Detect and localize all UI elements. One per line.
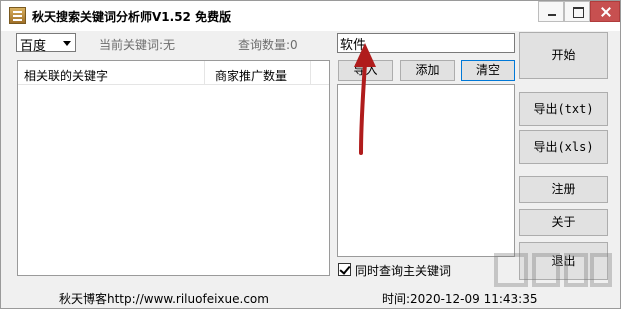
export-xls-button[interactable]: 导出(xls)	[519, 130, 608, 164]
blog-link[interactable]: 秋天博客http://www.riluofeixue.com	[59, 290, 269, 307]
query-main-keyword-checkbox[interactable]	[338, 263, 351, 276]
window-title: 秋天搜索关键词分析师V1.52 免费版	[32, 10, 232, 24]
close-button[interactable]	[590, 1, 620, 22]
table-header: 相关联的关键字 商家推广数量	[18, 61, 329, 85]
column-header-ads-count[interactable]: 商家推广数量	[215, 67, 287, 84]
maximize-button[interactable]	[564, 1, 590, 22]
search-engine-value: 百度	[20, 39, 47, 54]
minimize-button[interactable]	[538, 1, 564, 22]
title-bar[interactable]: 秋天搜索关键词分析师V1.52 免费版	[1, 1, 620, 31]
register-button[interactable]: 注册	[519, 176, 608, 203]
chevron-down-icon	[63, 41, 71, 46]
query-count-status: 查询数量:0	[238, 38, 298, 52]
query-main-keyword-label[interactable]: 同时查询主关键词	[355, 262, 451, 279]
import-button[interactable]: 导入	[338, 60, 393, 81]
column-divider[interactable]	[310, 61, 311, 85]
start-button[interactable]: 开始	[519, 32, 608, 79]
keyword-input[interactable]	[337, 33, 515, 53]
search-engine-dropdown[interactable]: 百度	[16, 33, 76, 54]
clear-button[interactable]: 清空	[461, 60, 515, 81]
add-button[interactable]: 添加	[400, 60, 455, 81]
keyword-list-box[interactable]	[337, 84, 515, 257]
current-keyword-status: 当前关键词:无	[99, 38, 176, 52]
app-logo-icon	[9, 7, 26, 24]
app-window: 秋天搜索关键词分析师V1.52 免费版 百度 当前关键词:无 查询数量:0 相关…	[0, 0, 621, 309]
about-button[interactable]: 关于	[519, 209, 608, 236]
column-header-keyword[interactable]: 相关联的关键字	[24, 67, 108, 84]
related-keywords-table[interactable]: 相关联的关键字 商家推广数量	[17, 60, 330, 276]
column-divider[interactable]	[204, 61, 205, 85]
export-txt-button[interactable]: 导出(txt)	[519, 92, 608, 126]
watermark-logo	[494, 253, 612, 287]
